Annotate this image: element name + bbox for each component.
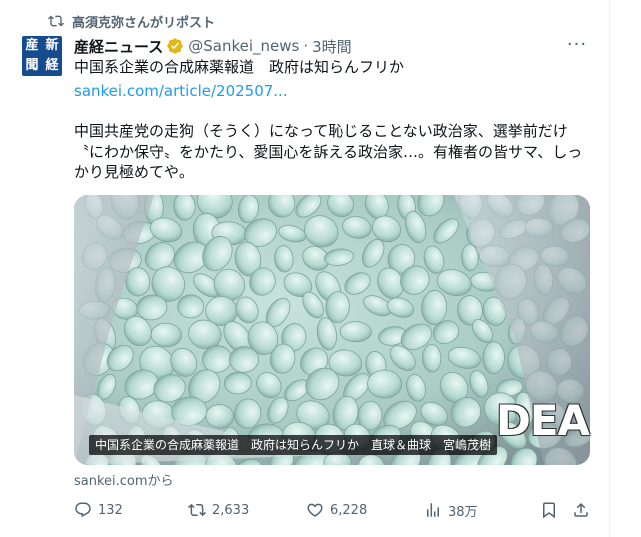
right-edge — [610, 0, 641, 537]
avatar-char: 聞 — [25, 58, 39, 73]
author-handle[interactable]: @Sankei_news — [188, 37, 299, 55]
tweet-headline: 中国系企業の合成麻薬報道 政府は知らんフリか — [74, 58, 405, 76]
action-bar: 132 2,633 6,228 38万 — [70, 500, 598, 520]
pill — [367, 369, 403, 399]
share-button[interactable] — [572, 500, 590, 520]
bookmark-button[interactable] — [540, 500, 558, 520]
reply-button[interactable]: 132 — [74, 500, 123, 520]
views-button[interactable]: 38万 — [424, 500, 478, 520]
reply-count: 132 — [98, 502, 123, 518]
repost-label[interactable]: 高須克弥さんがリポスト — [72, 12, 215, 31]
avatar-char: 経 — [45, 58, 59, 73]
pill — [177, 294, 205, 319]
repost-indicator: 高須克弥さんがリポスト — [48, 11, 215, 31]
heart-icon — [307, 503, 323, 517]
avatar-char: 産 — [25, 38, 39, 53]
share-icon — [574, 502, 588, 517]
analytics-icon — [427, 503, 439, 517]
repost-count: 2,633 — [212, 502, 250, 518]
avatar-char: 新 — [45, 38, 59, 53]
pill — [339, 321, 372, 343]
reply-icon — [75, 502, 91, 518]
repost-button[interactable]: 2,633 — [188, 500, 249, 520]
dea-watermark: DEA — [496, 396, 590, 445]
avatar[interactable]: 産 新 聞 経 — [22, 36, 62, 76]
media-caption: 中国系企業の合成麻薬報道 政府は知らんフリか 直球＆曲球 宮嶋茂樹 — [89, 435, 498, 455]
link-source[interactable]: sankei.comから — [74, 470, 174, 489]
timestamp[interactable]: 3時間 — [312, 36, 352, 57]
author-name[interactable]: 産経ニュース — [74, 36, 163, 57]
like-button[interactable]: 6,228 — [306, 500, 367, 520]
tweet-card[interactable]: 高須克弥さんがリポスト 産 新 聞 経 産経ニュース @Sankei_news … — [0, 0, 610, 537]
article-link[interactable]: sankei.com/article/202507... — [74, 81, 594, 101]
pill — [125, 267, 151, 297]
like-count: 6,228 — [330, 502, 368, 518]
tweet-body: 中国共産党の走狗（そうく）になって恥じることない政治家、選挙前だけ〝にわか保守〟… — [74, 122, 583, 181]
repost-icon — [48, 15, 64, 27]
more-options-icon[interactable]: ··· — [565, 36, 589, 56]
repost-icon — [188, 503, 206, 517]
bookmark-icon — [543, 502, 555, 519]
views-count: 38万 — [448, 504, 478, 520]
separator-dot: · — [303, 37, 309, 55]
verified-badge-icon — [167, 38, 183, 54]
tweet-header: 産経ニュース @Sankei_news · 3時間 — [74, 36, 591, 56]
